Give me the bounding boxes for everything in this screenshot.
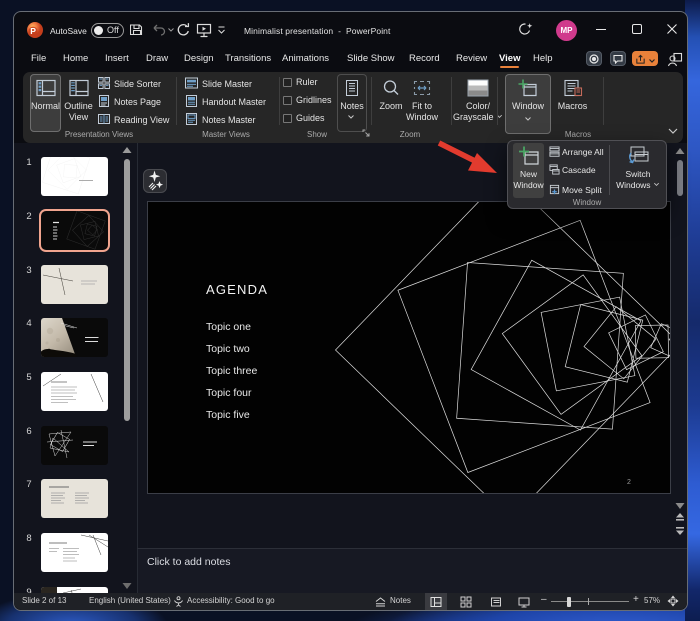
- svg-text:P: P: [30, 26, 36, 36]
